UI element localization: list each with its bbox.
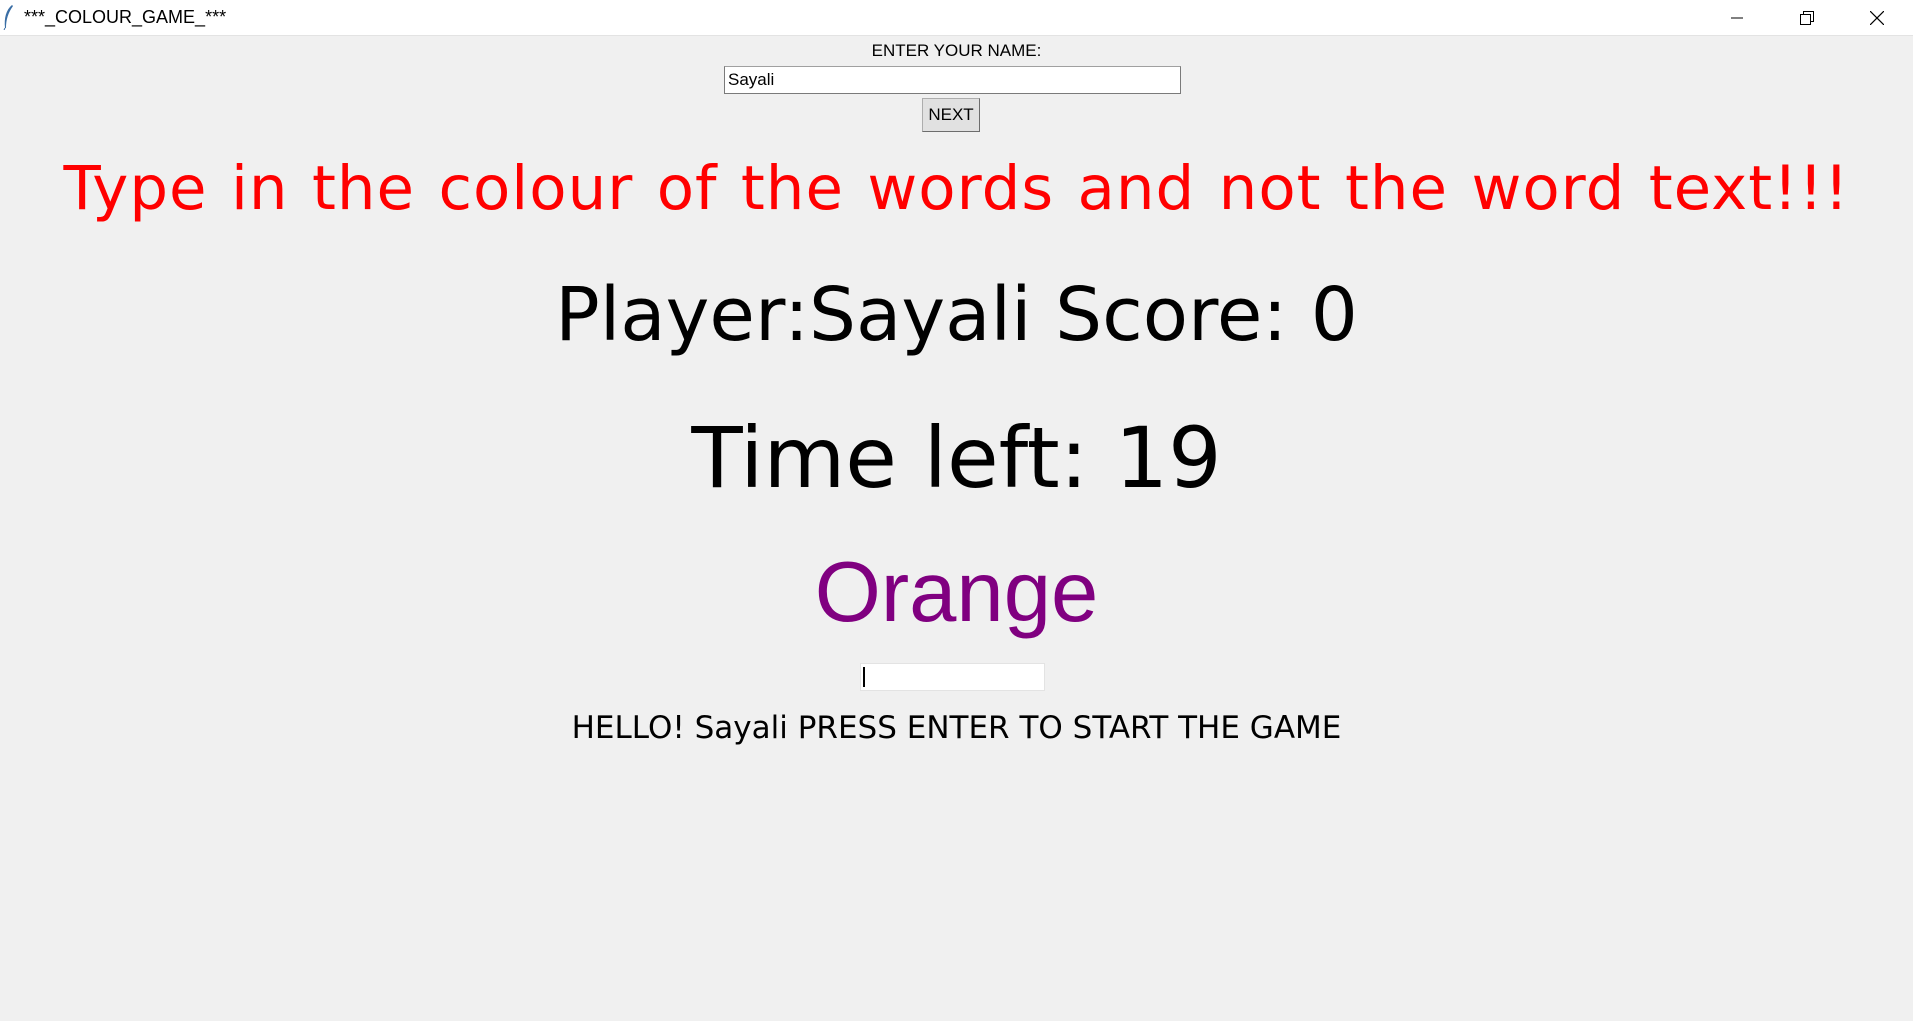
restore-button[interactable] (1772, 0, 1842, 35)
minimize-button[interactable] (1702, 0, 1772, 35)
window-title: ***_COLOUR_GAME_*** (24, 7, 227, 27)
close-icon (1870, 10, 1884, 25)
feather-icon (3, 5, 14, 30)
name-input[interactable]: Sayali (724, 66, 1181, 94)
next-button[interactable]: NEXT (922, 98, 980, 132)
text-cursor (863, 667, 865, 687)
instructions-text: Type in the colour of the words and not … (63, 153, 1850, 224)
restore-icon (1800, 10, 1814, 25)
answer-input[interactable] (860, 663, 1045, 691)
time-left-label: Time left: 19 (691, 409, 1222, 507)
color-word-label: Orange (814, 545, 1099, 640)
player-score-label: Player:Sayali Score: 0 (555, 272, 1358, 358)
minimize-icon (1731, 17, 1743, 18)
game-window: ENTER YOUR NAME: Sayali NEXT Type in the… (0, 36, 1913, 1021)
status-message: HELLO! Sayali PRESS ENTER TO START THE G… (571, 710, 1342, 746)
window-titlebar: ***_COLOUR_GAME_*** (0, 0, 1913, 36)
name-label: ENTER YOUR NAME: (871, 41, 1042, 60)
close-button[interactable] (1842, 0, 1912, 35)
